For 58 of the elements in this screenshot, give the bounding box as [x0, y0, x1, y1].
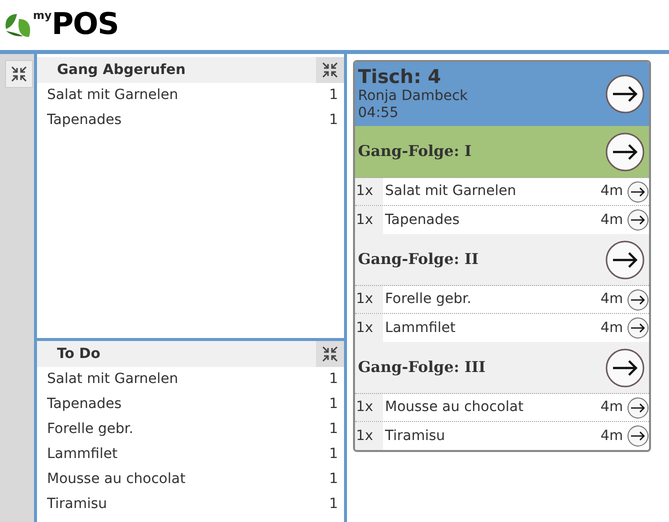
item-quantity: 1x	[355, 422, 383, 450]
arrow-right-icon[interactable]	[605, 132, 645, 172]
arrow-right-icon[interactable]	[627, 180, 649, 202]
item-quantity: 1x	[355, 286, 383, 313]
logo-text: my	[33, 8, 52, 24]
section-title: Gang Abgerufen	[57, 60, 187, 80]
table-number: Tisch: 4	[358, 66, 442, 88]
item-name: Lammfilet	[47, 445, 118, 464]
item-quantity: 1x	[355, 314, 383, 342]
leaf-logo-icon	[3, 11, 33, 39]
section-title: To Do	[57, 344, 102, 364]
wait-time: 4m	[600, 398, 624, 417]
item-name: Tapenades	[384, 210, 461, 230]
item-quantity: 1x	[355, 178, 383, 205]
wait-time: 4m	[600, 426, 624, 446]
item-count: 1	[329, 470, 338, 489]
item-count: 1	[329, 111, 338, 130]
wait-time: 4m	[600, 290, 624, 309]
item-count: 1	[329, 86, 338, 105]
arrow-right-icon[interactable]	[627, 288, 649, 310]
collapse-icon[interactable]	[316, 57, 344, 83]
item-quantity: 1x	[355, 394, 383, 421]
arrow-right-icon[interactable]	[627, 396, 649, 418]
item-count: 1	[329, 370, 338, 389]
item-name: Mousse au chocolat	[384, 398, 524, 417]
item-name: Salat mit Garnelen	[384, 182, 518, 201]
arrow-right-icon[interactable]	[627, 317, 649, 339]
guest-name: Ronja Dambeck	[358, 88, 468, 105]
item-name: Lammfilet	[384, 318, 456, 338]
order-time: 04:55	[358, 105, 398, 122]
item-name: Salat mit Garnelen	[47, 86, 180, 105]
wait-time: 4m	[600, 182, 624, 201]
course-title: Gang-Folge: III	[358, 357, 487, 378]
wait-time: 4m	[600, 318, 624, 338]
item-name: Tiramisu	[384, 426, 446, 446]
item-name: Tapenades	[47, 111, 123, 130]
item-count: 1	[329, 495, 338, 514]
course-title: Gang-Folge: II	[358, 249, 480, 270]
collapse-icon[interactable]	[5, 60, 33, 88]
item-name: Forelle gebr.	[384, 290, 472, 309]
course-title: Gang-Folge: I	[358, 141, 472, 162]
arrow-right-icon[interactable]	[605, 240, 645, 280]
wait-time: 4m	[600, 210, 624, 230]
arrow-right-icon[interactable]	[605, 348, 645, 388]
arrow-right-icon[interactable]	[605, 74, 645, 114]
item-count: 1	[329, 445, 338, 464]
item-name: Tapenades	[47, 395, 123, 414]
logo-text: POS	[52, 10, 118, 40]
item-name: Forelle gebr.	[47, 420, 134, 439]
item-name: Salat mit Garnelen	[47, 370, 180, 389]
item-count: 1	[329, 395, 338, 414]
item-count: 1	[329, 420, 338, 439]
collapse-icon[interactable]	[316, 341, 344, 367]
item-name: Tiramisu	[47, 495, 108, 514]
arrow-right-icon[interactable]	[627, 209, 649, 231]
item-name: Mousse au chocolat	[47, 470, 186, 489]
item-quantity: 1x	[355, 206, 383, 234]
arrow-right-icon[interactable]	[627, 425, 649, 447]
